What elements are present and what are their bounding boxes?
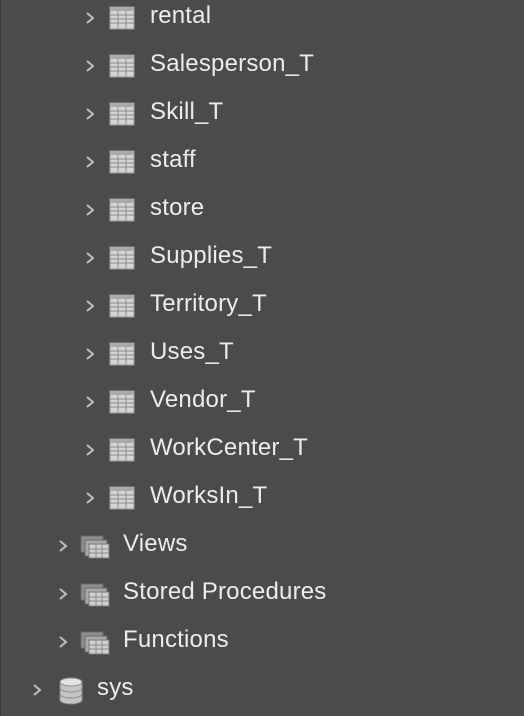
chevron-right-icon[interactable] <box>85 60 95 72</box>
tree-item-table[interactable]: Supplies_T <box>1 238 524 286</box>
views-label: Views <box>123 530 188 557</box>
table-icon <box>108 388 136 416</box>
table-label: staff <box>150 146 196 173</box>
database-icon <box>57 676 85 705</box>
chevron-right-icon[interactable] <box>85 12 95 24</box>
tree-item-schema-sys[interactable]: sys <box>1 670 524 716</box>
stored-procedures-label: Stored Procedures <box>123 578 327 605</box>
chevron-right-icon[interactable] <box>85 108 95 120</box>
chevron-right-icon[interactable] <box>85 396 95 408</box>
table-label: WorkCenter_T <box>150 434 309 461</box>
tree-item-functions[interactable]: Functions <box>1 622 524 670</box>
table-icon <box>108 196 136 224</box>
table-label: Territory_T <box>150 290 267 317</box>
tree-item-views[interactable]: Views <box>1 526 524 574</box>
chevron-right-icon[interactable] <box>85 300 95 312</box>
table-icon <box>108 436 136 464</box>
tree-item-table[interactable]: Territory_T <box>1 286 524 334</box>
schema-navigator-tree: rental Salesperson_T Skill_T staff store… <box>0 0 524 716</box>
chevron-right-icon[interactable] <box>85 492 95 504</box>
functions-label: Functions <box>123 626 229 653</box>
table-label: Salesperson_T <box>150 50 315 77</box>
chevron-right-icon[interactable] <box>58 588 68 600</box>
table-icon <box>108 100 136 128</box>
tree-item-table[interactable]: staff <box>1 142 524 190</box>
table-icon <box>108 4 136 32</box>
tree-item-table[interactable]: WorksIn_T <box>1 478 524 526</box>
table-label: Uses_T <box>150 338 234 365</box>
views-folder-icon <box>80 532 110 560</box>
tree-item-table[interactable]: rental <box>1 0 524 46</box>
table-label: Vendor_T <box>150 386 256 413</box>
tree-item-table[interactable]: Salesperson_T <box>1 46 524 94</box>
chevron-right-icon[interactable] <box>32 684 42 696</box>
table-icon <box>108 52 136 80</box>
table-icon <box>108 148 136 176</box>
chevron-right-icon[interactable] <box>58 540 68 552</box>
table-icon <box>108 292 136 320</box>
chevron-right-icon[interactable] <box>85 204 95 216</box>
tree-item-table[interactable]: Uses_T <box>1 334 524 382</box>
schema-label: sys <box>97 674 134 701</box>
chevron-right-icon[interactable] <box>85 156 95 168</box>
functions-folder-icon <box>80 628 110 656</box>
table-label: Supplies_T <box>150 242 273 269</box>
chevron-right-icon[interactable] <box>58 636 68 648</box>
tree-item-table[interactable]: Vendor_T <box>1 382 524 430</box>
table-label: store <box>150 194 205 221</box>
table-icon <box>108 484 136 512</box>
procedures-folder-icon <box>80 580 110 608</box>
tree-item-table[interactable]: store <box>1 190 524 238</box>
table-label: WorksIn_T <box>150 482 268 509</box>
table-icon <box>108 340 136 368</box>
table-label: Skill_T <box>150 98 224 125</box>
table-icon <box>108 244 136 272</box>
chevron-right-icon[interactable] <box>85 252 95 264</box>
tree-item-table[interactable]: Skill_T <box>1 94 524 142</box>
tree-item-table[interactable]: WorkCenter_T <box>1 430 524 478</box>
table-label: rental <box>150 2 212 29</box>
chevron-right-icon[interactable] <box>85 348 95 360</box>
tree-item-stored-procedures[interactable]: Stored Procedures <box>1 574 524 622</box>
chevron-right-icon[interactable] <box>85 444 95 456</box>
